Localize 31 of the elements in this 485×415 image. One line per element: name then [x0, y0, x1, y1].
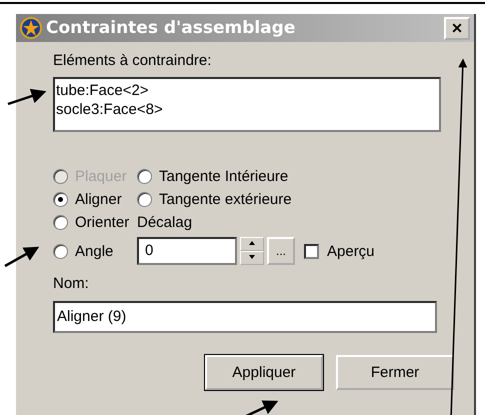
- option-label[interactable]: Tangente extérieure: [159, 191, 292, 208]
- up-arrow-icon: [249, 241, 255, 245]
- elements-label: Eléments à contraindre:: [53, 52, 212, 69]
- spin-control[interactable]: [240, 237, 264, 265]
- elements-list[interactable]: tube:Face<2> socle3:Face<8>: [53, 77, 441, 132]
- name-field[interactable]: Aligner (9): [53, 301, 437, 333]
- list-item[interactable]: tube:Face<2>: [56, 81, 438, 100]
- offset-field[interactable]: 0: [137, 237, 237, 265]
- apply-button[interactable]: Appliquer: [205, 355, 323, 390]
- option-label[interactable]: Tangente Intérieure: [159, 168, 288, 185]
- radio-button[interactable]: [53, 244, 68, 258]
- window-title: Contraintes d'assemblage: [46, 18, 296, 38]
- name-label: Nom:: [53, 275, 89, 292]
- option-label[interactable]: Aligner: [75, 191, 122, 208]
- preview-checkbox[interactable]: [304, 244, 319, 258]
- list-item[interactable]: socle3:Face<8>: [56, 100, 438, 119]
- radio-button[interactable]: [137, 192, 152, 207]
- close-button[interactable]: ×: [444, 16, 470, 40]
- browse-button[interactable]: ...: [267, 237, 295, 265]
- preview-label: Aperçu: [327, 242, 375, 260]
- option-label[interactable]: Angle: [75, 242, 114, 260]
- radio-button[interactable]: [53, 215, 68, 230]
- down-arrow-icon: [249, 255, 255, 259]
- radio-button[interactable]: [53, 192, 68, 207]
- close-dialog-button[interactable]: Fermer: [336, 355, 454, 390]
- annotation-arrow: [8, 88, 46, 106]
- option-label[interactable]: Orienter: [75, 214, 130, 231]
- offset-label: Décalag: [137, 214, 194, 231]
- annotation-arrow: [4, 246, 40, 268]
- radio-button[interactable]: [137, 169, 152, 184]
- star-logo-icon: [20, 17, 42, 39]
